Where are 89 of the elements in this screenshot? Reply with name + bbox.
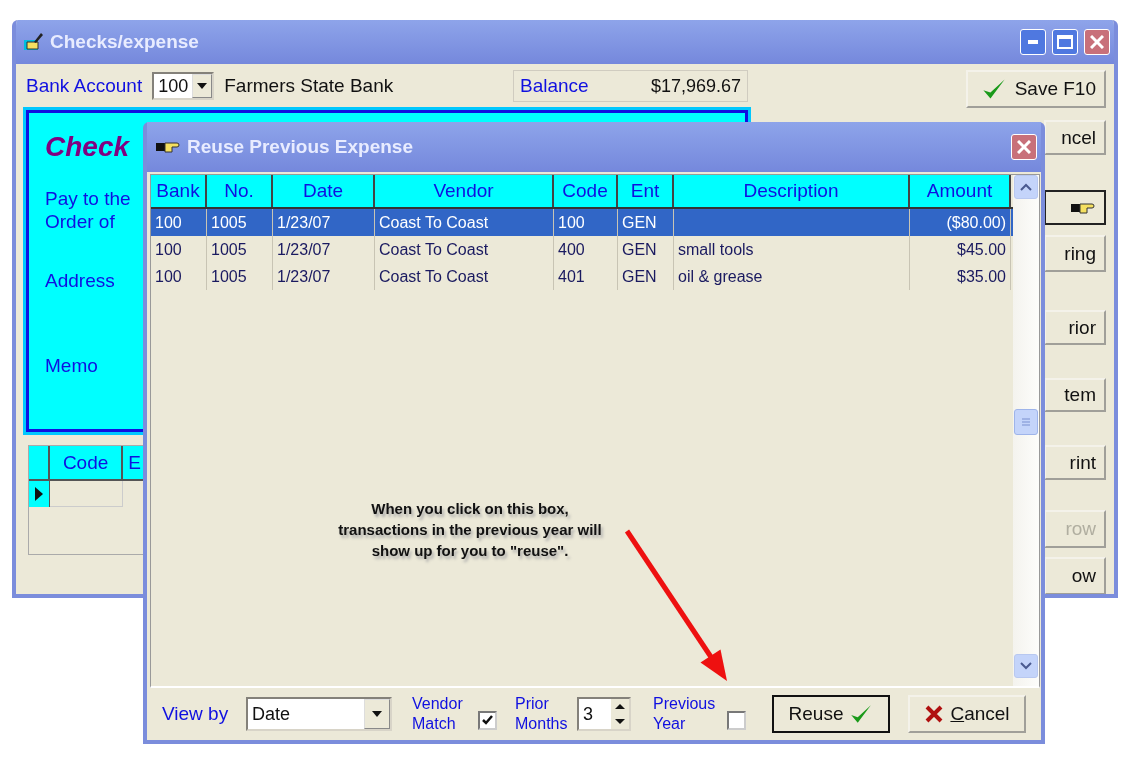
minimize-button[interactable] bbox=[1020, 29, 1046, 55]
table-cell: small tools bbox=[674, 236, 910, 263]
dropdown-arrow-icon bbox=[372, 711, 382, 717]
close-icon bbox=[1090, 35, 1104, 49]
balance-value: $17,969.67 bbox=[650, 75, 741, 97]
scroll-up-button[interactable] bbox=[1014, 175, 1038, 199]
window-title: Checks/expense bbox=[50, 31, 199, 53]
chevron-down-icon bbox=[1020, 662, 1032, 670]
column-header[interactable]: Bank bbox=[151, 175, 207, 207]
reuse-button[interactable]: Reuse bbox=[772, 695, 890, 733]
field-label: Address bbox=[45, 269, 116, 292]
dialog-title: Reuse Previous Expense bbox=[187, 136, 413, 158]
field-label: Pay to the Order of bbox=[45, 187, 132, 233]
close-button[interactable] bbox=[1084, 29, 1110, 55]
table-cell: oil & grease bbox=[674, 263, 910, 290]
close-icon bbox=[1017, 140, 1031, 154]
table-cell: 100 bbox=[151, 263, 207, 290]
column-header[interactable]: Description bbox=[674, 175, 910, 207]
minimize-icon bbox=[1028, 40, 1038, 44]
field-label: Memo bbox=[45, 354, 99, 377]
table-cell: 1/23/07 bbox=[273, 236, 375, 263]
grip-icon bbox=[1021, 417, 1031, 427]
table-cell: 100 bbox=[554, 209, 618, 236]
maximize-button[interactable] bbox=[1052, 29, 1078, 55]
side-button[interactable]: rior bbox=[1044, 310, 1106, 345]
side-button[interactable]: rint bbox=[1044, 445, 1106, 480]
prior-months-label: Prior Months bbox=[515, 694, 569, 734]
previous-year-checkbox[interactable] bbox=[727, 710, 746, 730]
table-cell: 1005 bbox=[207, 236, 273, 263]
grid-cell[interactable] bbox=[50, 481, 123, 507]
bank-name: Farmers State Bank bbox=[224, 75, 394, 97]
maximize-icon bbox=[1057, 35, 1073, 49]
table-cell: 1005 bbox=[207, 209, 273, 236]
table-cell: ($80.00) bbox=[910, 209, 1011, 236]
cancel-button[interactable]: Cancel bbox=[908, 695, 1026, 733]
table-cell: Coast To Coast bbox=[375, 236, 554, 263]
table-cell: 1005 bbox=[207, 263, 273, 290]
scroll-down-button[interactable] bbox=[1014, 654, 1038, 678]
table-row[interactable]: 100 1005 1/23/07 Coast To Coast 400 GEN small tools $45.00 bbox=[151, 236, 1013, 263]
close-button[interactable] bbox=[1011, 134, 1037, 160]
side-button[interactable]: ncel bbox=[1044, 120, 1106, 155]
row-selector[interactable] bbox=[29, 481, 50, 507]
table-cell: 100 bbox=[151, 209, 207, 236]
column-header[interactable]: Date bbox=[273, 175, 375, 207]
check-icon bbox=[482, 715, 493, 725]
table-cell: $35.00 bbox=[910, 263, 1011, 290]
table-cell: 401 bbox=[554, 263, 618, 290]
column-header[interactable]: Vendor bbox=[375, 175, 554, 207]
view-by-label: View by bbox=[162, 704, 230, 724]
table-cell: 1/23/07 bbox=[273, 263, 375, 290]
balance-label: Balance bbox=[520, 75, 589, 97]
table-cell: GEN bbox=[618, 263, 674, 290]
table-cell: 100 bbox=[151, 236, 207, 263]
x-icon bbox=[924, 704, 945, 724]
column-header[interactable]: Code bbox=[554, 175, 618, 207]
annotation-text: When you click on this box, transactions in the previous year will show up for you to "reuse". bbox=[337, 499, 603, 561]
check-title: Check bbox=[45, 131, 130, 163]
view-by-dropdown[interactable]: Date bbox=[246, 697, 392, 731]
table-row[interactable]: 100 1005 1/23/07 Coast To Coast 100 GEN ($80.00) bbox=[151, 209, 1013, 236]
side-button[interactable] bbox=[1044, 190, 1106, 225]
table-cell: GEN bbox=[618, 236, 674, 263]
scrollbar[interactable] bbox=[1013, 175, 1039, 686]
table-cell: $45.00 bbox=[910, 236, 1011, 263]
column-header[interactable]: Ent bbox=[618, 175, 674, 207]
bank-account-label: Bank Account bbox=[26, 75, 143, 97]
pen-hand-icon bbox=[24, 32, 44, 52]
side-button[interactable]: tem bbox=[1044, 378, 1106, 412]
save-button[interactable]: Save F10 bbox=[966, 70, 1106, 108]
table-row[interactable]: 100 1005 1/23/07 Coast To Coast 401 GEN oil & grease $35.00 bbox=[151, 263, 1013, 290]
prior-months-spinner[interactable]: 3 bbox=[577, 697, 631, 731]
side-button[interactable]: ow bbox=[1044, 557, 1106, 594]
pointing-hand-icon bbox=[155, 139, 181, 155]
dropdown-arrow-icon bbox=[197, 83, 208, 89]
current-row-icon bbox=[35, 487, 43, 501]
chevron-up-icon bbox=[1020, 183, 1032, 191]
table-cell: Coast To Coast bbox=[375, 209, 554, 236]
column-header[interactable]: No. bbox=[207, 175, 273, 207]
vendor-match-label: Vendor Match bbox=[412, 694, 464, 734]
scroll-thumb[interactable] bbox=[1014, 409, 1038, 435]
previous-year-label: Previous Year bbox=[653, 694, 717, 734]
table-cell: GEN bbox=[618, 209, 674, 236]
table-cell: 400 bbox=[554, 236, 618, 263]
table-cell: Coast To Coast bbox=[375, 263, 554, 290]
table-cell: 1/23/07 bbox=[273, 209, 375, 236]
side-button[interactable]: ring bbox=[1044, 235, 1106, 272]
column-header: Code bbox=[50, 446, 123, 479]
column-header[interactable]: Amount bbox=[910, 175, 1011, 207]
bank-account-dropdown[interactable]: 100 bbox=[152, 72, 215, 100]
vendor-match-checkbox[interactable] bbox=[478, 710, 497, 730]
